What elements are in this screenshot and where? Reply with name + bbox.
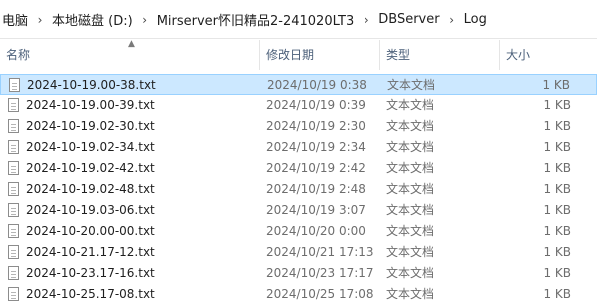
file-size: 1 KB: [543, 245, 571, 259]
file-row[interactable]: 2024-10-21.17-12.txt 2024/10/21 17:13 文本文档…: [0, 242, 597, 263]
file-modified: 2024/10/19 2:42: [266, 161, 366, 175]
file-row[interactable]: 2024-10-20.00-00.txt 2024/10/20 0:00 文本文档 1…: [0, 221, 597, 242]
file-modified: 2024/10/19 3:07: [266, 203, 366, 217]
file-size: 1 KB: [543, 140, 571, 154]
file-name: 2024-10-21.17-12.txt: [26, 245, 155, 259]
file-row[interactable]: 2024-10-19.00-39.txt 2024/10/19 0:39 文本文档 1…: [0, 95, 597, 116]
file-row[interactable]: 2024-10-23.17-16.txt 2024/10/23 17:17 文本文档…: [0, 263, 597, 284]
file-row[interactable]: 2024-10-19.00-38.txt 2024/10/19 0:38 文本文档 1…: [0, 74, 597, 95]
text-file-icon: [8, 245, 19, 259]
breadcrumb-item-dbserver[interactable]: DBServer: [376, 12, 441, 27]
chevron-right-icon[interactable]: ›: [30, 13, 50, 27]
file-size: 1 KB: [543, 266, 571, 280]
file-size: 1 KB: [543, 224, 571, 238]
address-bar[interactable]: 电脑 › 本地磁盘 (D:) › Mirserver怀旧精品2-241020LT…: [0, 0, 597, 39]
file-name: 2024-10-23.17-16.txt: [26, 266, 155, 280]
file-type: 文本文档: [386, 161, 435, 175]
file-type: 文本文档: [387, 78, 436, 92]
file-name: 2024-10-25.17-08.txt: [26, 287, 155, 301]
file-type: 文本文档: [386, 119, 435, 133]
file-name: 2024-10-19.02-42.txt: [26, 161, 155, 175]
file-type: 文本文档: [386, 98, 435, 112]
file-size: 1 KB: [543, 119, 571, 133]
file-type: 文本文档: [386, 224, 435, 238]
file-type: 文本文档: [386, 182, 435, 196]
file-size: 1 KB: [543, 287, 571, 301]
file-size: 1 KB: [543, 98, 571, 112]
file-modified: 2024/10/19 0:38: [267, 78, 367, 92]
file-size: 1 KB: [542, 78, 570, 92]
file-list: 2024-10-19.00-38.txt 2024/10/19 0:38 文本文档 1…: [0, 74, 597, 305]
file-row[interactable]: 2024-10-19.02-30.txt 2024/10/19 2:30 文本文档 1…: [0, 116, 597, 137]
text-file-icon: [8, 98, 19, 112]
text-file-icon: [8, 266, 19, 280]
breadcrumb-item-computer[interactable]: 电脑: [0, 10, 30, 29]
file-size: 1 KB: [543, 161, 571, 175]
file-modified: 2024/10/23 17:17: [266, 266, 374, 280]
file-name: 2024-10-19.02-30.txt: [26, 119, 155, 133]
file-row[interactable]: 2024-10-25.17-08.txt 2024/10/25 17:08 文本文档…: [0, 284, 597, 305]
file-row[interactable]: 2024-10-19.03-06.txt 2024/10/19 3:07 文本文档 1…: [0, 200, 597, 221]
file-name: 2024-10-20.00-00.txt: [26, 224, 155, 238]
file-modified: 2024/10/20 0:00: [266, 224, 366, 238]
file-size: 1 KB: [543, 182, 571, 196]
text-file-icon: [8, 287, 19, 301]
file-name: 2024-10-19.03-06.txt: [26, 203, 155, 217]
column-header-row: ▲ 名称 修改日期 类型 大小: [0, 39, 597, 70]
text-file-icon: [8, 119, 19, 133]
chevron-right-icon[interactable]: ›: [442, 13, 462, 27]
breadcrumb-item-log[interactable]: Log: [462, 12, 489, 27]
file-modified: 2024/10/19 2:34: [266, 140, 366, 154]
file-size: 1 KB: [543, 203, 571, 217]
file-type: 文本文档: [386, 266, 435, 280]
file-modified: 2024/10/19 2:48: [266, 182, 366, 196]
file-type: 文本文档: [386, 140, 435, 154]
chevron-right-icon[interactable]: ›: [135, 13, 155, 27]
file-row[interactable]: 2024-10-19.02-48.txt 2024/10/19 2:48 文本文档 1…: [0, 179, 597, 200]
column-header-name[interactable]: 名称: [0, 40, 260, 70]
file-name: 2024-10-19.00-39.txt: [26, 98, 155, 112]
chevron-right-icon[interactable]: ›: [356, 13, 376, 27]
text-file-icon: [8, 161, 19, 175]
text-file-icon: [8, 224, 19, 238]
file-row[interactable]: 2024-10-19.02-34.txt 2024/10/19 2:34 文本文档 1…: [0, 137, 597, 158]
breadcrumb-item-mirserver[interactable]: Mirserver怀旧精品2-241020LT3: [155, 10, 357, 29]
file-modified: 2024/10/19 2:30: [266, 119, 366, 133]
file-type: 文本文档: [386, 203, 435, 217]
file-modified: 2024/10/25 17:08: [266, 287, 374, 301]
file-type: 文本文档: [386, 245, 435, 259]
file-name: 2024-10-19.02-34.txt: [26, 140, 155, 154]
file-name: 2024-10-19.02-48.txt: [26, 182, 155, 196]
text-file-icon: [8, 140, 19, 154]
breadcrumb-item-drive-d[interactable]: 本地磁盘 (D:): [50, 10, 135, 29]
file-modified: 2024/10/21 17:13: [266, 245, 374, 259]
file-row[interactable]: 2024-10-19.02-42.txt 2024/10/19 2:42 文本文档 1…: [0, 158, 597, 179]
breadcrumb: 电脑 › 本地磁盘 (D:) › Mirserver怀旧精品2-241020LT…: [0, 10, 489, 29]
file-name: 2024-10-19.00-38.txt: [27, 78, 156, 92]
file-type: 文本文档: [386, 287, 435, 301]
column-header-modified[interactable]: 修改日期: [260, 40, 380, 70]
text-file-icon: [8, 182, 19, 196]
column-header-type[interactable]: 类型: [380, 40, 500, 70]
file-modified: 2024/10/19 0:39: [266, 98, 366, 112]
column-header-size[interactable]: 大小: [500, 40, 597, 70]
text-file-icon: [8, 203, 19, 217]
text-file-icon: [9, 78, 20, 92]
